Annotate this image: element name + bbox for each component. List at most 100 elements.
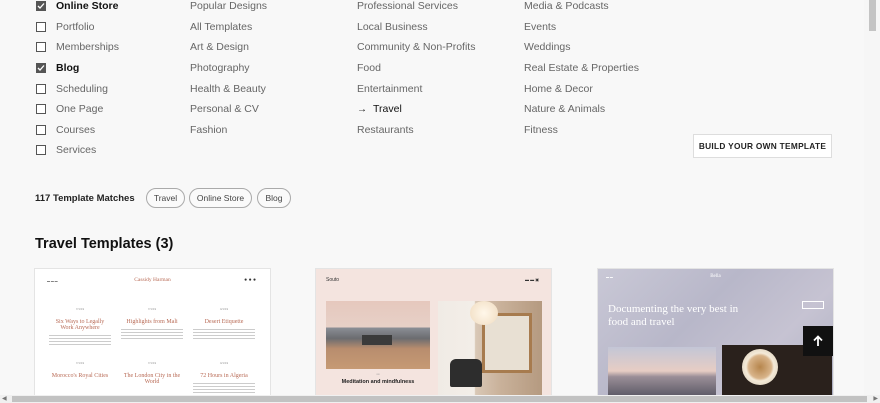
filter-chip-blog[interactable]: Blog <box>257 188 291 208</box>
post-excerpt <box>121 329 183 339</box>
post-title: Morocco's Royal Cities <box>51 373 109 379</box>
post-title: 72 Hours in Algeria <box>200 373 248 379</box>
filter-memberships[interactable]: Memberships <box>36 37 186 58</box>
template-match-count: 117 Template Matches <box>35 193 135 204</box>
template-type-filters: Online Store Portfolio Memberships Blog … <box>36 0 186 161</box>
topic-link[interactable]: Real Estate & Properties <box>524 58 639 79</box>
topic-link[interactable]: Food <box>357 58 475 79</box>
card-brand: Bella <box>710 274 721 279</box>
checkbox-icon[interactable] <box>36 145 46 156</box>
post-excerpt <box>193 383 255 393</box>
blog-post: 7/1/19 Highlights from Mali <box>121 307 183 339</box>
blog-post: 7/1/19 Six Ways to Legally Work Anywhere <box>49 307 111 345</box>
coffee-cup-shape <box>742 349 778 385</box>
topic-link[interactable]: Popular Designs <box>190 0 267 17</box>
topic-link[interactable]: Entertainment <box>357 78 475 99</box>
filter-portfolio[interactable]: Portfolio <box>36 17 186 38</box>
checkbox-icon[interactable] <box>36 83 46 94</box>
blog-post: 7/1/19 Morocco's Royal Cities <box>49 361 111 379</box>
topic-column-1: Popular Designs All Templates Art & Desi… <box>190 0 267 140</box>
checkbox-icon[interactable] <box>36 124 46 135</box>
topic-link[interactable]: Photography <box>190 58 267 79</box>
topic-link[interactable]: Fashion <box>190 120 267 141</box>
card-nav-links: ▬ ▬ <box>606 275 613 279</box>
topic-link[interactable]: Events <box>524 17 639 38</box>
topic-link[interactable]: Fitness <box>524 120 639 141</box>
card-button <box>802 301 824 309</box>
post-title: Six Ways to Legally Work Anywhere <box>55 319 105 331</box>
post-excerpt <box>49 335 111 345</box>
checkbox-icon[interactable] <box>36 42 46 53</box>
template-card-3[interactable]: Bella ▬ ▬ Documenting the very best in f… <box>598 269 833 395</box>
card-brand: Cassidy Harman <box>134 277 171 283</box>
card-nav-links: ▬ ▬ ▣ <box>524 277 539 282</box>
filter-one-page[interactable]: One Page <box>36 99 186 120</box>
checkbox-checked-icon[interactable] <box>36 1 46 12</box>
filter-label: Portfolio <box>56 20 95 33</box>
horizontal-scrollbar[interactable]: ◀ ▶ <box>0 395 880 403</box>
card-caption: Meditation and mindfulness <box>341 379 415 385</box>
post-date: 4/1/19 <box>219 361 229 365</box>
vertical-scrollbar[interactable] <box>864 0 880 395</box>
section-heading: Travel Templates (3) <box>35 236 174 252</box>
card-headline: Documenting the very best in food and tr… <box>608 303 739 328</box>
blog-post: 7/1/19 The London City in the World <box>121 361 183 385</box>
checkbox-checked-icon[interactable] <box>36 63 46 74</box>
topic-link[interactable]: Personal & CV <box>190 99 267 120</box>
topic-link[interactable]: All Templates <box>190 17 267 38</box>
topic-link[interactable]: Nature & Animals <box>524 99 639 120</box>
topic-link[interactable]: Community & Non-Profits <box>357 37 475 58</box>
scroll-to-top-button[interactable] <box>803 326 833 356</box>
topic-link[interactable]: Restaurants <box>357 120 475 141</box>
post-date: 7/1/19 <box>75 307 85 311</box>
topic-link[interactable]: Professional Services <box>357 0 475 17</box>
post-title: The London City in the World <box>123 373 181 385</box>
post-date: 4/1/19 <box>219 307 229 311</box>
filter-label: One Page <box>56 103 104 116</box>
filter-services[interactable]: Services <box>36 140 186 161</box>
interior-image <box>438 301 542 395</box>
filter-label: Scheduling <box>56 82 108 95</box>
filter-label: Courses <box>56 123 96 136</box>
checkbox-icon[interactable] <box>36 21 46 32</box>
horizontal-scroll-thumb[interactable] <box>12 396 867 402</box>
post-date: 7/1/19 <box>147 307 157 311</box>
filter-online-store[interactable]: Online Store <box>36 0 186 17</box>
topic-link[interactable]: Art & Design <box>190 37 267 58</box>
blog-post: 4/1/19 Desert Etiquette <box>193 307 255 339</box>
scroll-right-icon[interactable]: ▶ <box>873 395 878 402</box>
checkbox-icon[interactable] <box>36 104 46 115</box>
filter-scheduling[interactable]: Scheduling <box>36 78 186 99</box>
template-card-2[interactable]: Souto ▬ ▬ ▣ ▪▪▪ Meditation and mindfulne… <box>316 269 551 395</box>
topic-link[interactable]: Home & Decor <box>524 78 639 99</box>
house-shape <box>362 335 392 345</box>
post-date: 7/1/19 <box>147 361 157 365</box>
post-title: Highlights from Mali <box>126 319 178 325</box>
topic-link-travel-selected[interactable]: → Travel <box>357 99 475 120</box>
filter-label: Services <box>56 144 97 157</box>
topic-column-3: Media & Podcasts Events Weddings Real Es… <box>524 0 639 140</box>
post-title: Desert Etiquette <box>204 319 244 325</box>
topic-link[interactable]: Media & Podcasts <box>524 0 639 17</box>
blog-post: 4/1/19 72 Hours in Algeria <box>193 361 255 393</box>
filter-courses[interactable]: Courses <box>36 120 186 141</box>
vertical-scroll-thumb[interactable] <box>869 0 876 31</box>
build-your-own-template-button[interactable]: BUILD YOUR OWN TEMPLATE <box>693 134 832 158</box>
filter-label: Blog <box>56 62 80 75</box>
topic-label: Travel <box>373 103 402 116</box>
filter-label: Online Store <box>56 0 119 13</box>
arrow-right-icon: → <box>357 103 367 115</box>
scroll-left-icon[interactable]: ◀ <box>2 395 7 402</box>
topic-link[interactable]: Local Business <box>357 17 475 38</box>
filter-chip-online-store[interactable]: Online Store <box>189 188 252 208</box>
pendant-lamp-shape <box>470 301 498 325</box>
landscape-image <box>326 301 430 369</box>
chair-shape <box>450 359 482 387</box>
topic-link[interactable]: Weddings <box>524 37 639 58</box>
filter-chip-travel[interactable]: Travel <box>146 188 185 208</box>
template-card-1[interactable]: ▬ ▬ ▬ Cassidy Harman ● ● ● 7/1/19 Six Wa… <box>35 269 270 395</box>
filter-blog[interactable]: Blog <box>36 58 186 79</box>
card-nav-dots: ● ● ● <box>244 277 256 283</box>
filter-label: Memberships <box>56 41 120 54</box>
topic-link[interactable]: Health & Beauty <box>190 78 267 99</box>
